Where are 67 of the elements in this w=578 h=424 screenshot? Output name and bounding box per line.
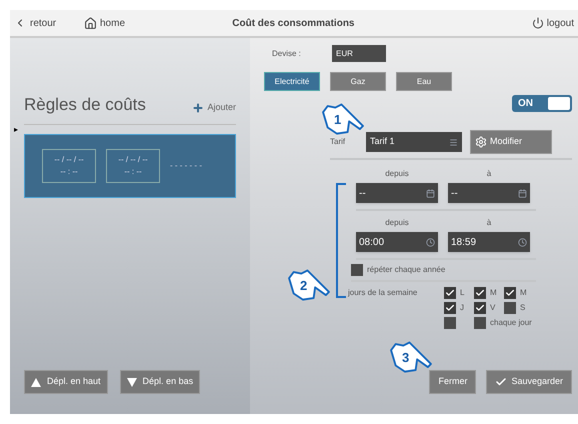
- step-number: 1: [334, 111, 342, 129]
- save-button[interactable]: Sauvegarder: [486, 370, 572, 394]
- check-icon: [495, 376, 508, 388]
- check-icon: [505, 288, 515, 298]
- day-checkbox[interactable]: [444, 302, 456, 314]
- energy-tab[interactable]: Eau: [396, 72, 452, 91]
- menu-icon: [449, 138, 458, 146]
- clock-icon: [426, 238, 435, 246]
- day-label: V: [490, 302, 496, 314]
- from-label: depuis: [384, 217, 410, 229]
- calendar-icon: [426, 188, 435, 198]
- back-button[interactable]: retour: [14, 16, 84, 30]
- weekdays-label: jours de la semaine: [348, 287, 418, 299]
- to-label: à: [486, 217, 492, 229]
- day-label: L: [460, 287, 464, 299]
- move-button[interactable]: Dépl. en bas: [120, 370, 200, 394]
- repeat-label: répéter chaque année: [367, 264, 446, 276]
- day-label: M: [520, 287, 527, 299]
- repeat-checkbox[interactable]: [351, 264, 363, 276]
- energy-tab[interactable]: Gaz: [330, 72, 386, 91]
- clock-icon: [518, 238, 527, 246]
- tariff-select[interactable]: Tarif 1: [366, 132, 462, 152]
- move-button[interactable]: Dépl. en haut: [24, 370, 108, 394]
- day-checkbox[interactable]: [474, 317, 486, 329]
- day-checkbox[interactable]: [504, 302, 516, 314]
- home-button[interactable]: home: [84, 16, 126, 30]
- day-checkbox[interactable]: [474, 302, 486, 314]
- add-button[interactable]: Ajouter: [192, 101, 236, 118]
- calendar-icon: [518, 188, 527, 198]
- currency-label: Devise :: [272, 48, 302, 60]
- gear-icon: [475, 136, 487, 148]
- day-checkbox[interactable]: [504, 287, 516, 299]
- logout-button[interactable]: logout: [532, 16, 574, 30]
- panel-title: Règles de coûts: [24, 94, 146, 116]
- step-number: 2: [300, 277, 308, 295]
- ellipsis-text: - - - - - - -: [170, 160, 202, 172]
- day-label: S: [520, 302, 526, 314]
- page-title: Coût des consommations: [231, 16, 356, 30]
- date-time-tile: -- / -- / -- -- : --: [106, 148, 160, 182]
- start-date-field[interactable]: --: [356, 183, 438, 203]
- triangle-down-icon: [126, 378, 137, 386]
- toggle-knob: [548, 97, 570, 110]
- modify-button[interactable]: Modifier: [470, 130, 552, 154]
- day-checkbox[interactable]: [444, 317, 456, 329]
- power-icon: [532, 17, 544, 29]
- close-button[interactable]: Fermer: [429, 370, 476, 394]
- date-time-tile: -- / -- / -- -- : --: [42, 148, 96, 182]
- to-label: à: [486, 168, 492, 180]
- home-icon: [84, 16, 97, 30]
- cost-rule-card[interactable]: -- / -- / -- -- : -- -- / -- / -- -- : -- - - - - - - -: [24, 134, 236, 198]
- energy-tab[interactable]: Electricité: [264, 72, 320, 91]
- from-label: depuis: [384, 168, 410, 180]
- tariff-label: Tarif: [330, 136, 346, 148]
- day-checkbox[interactable]: [474, 287, 486, 299]
- day-label: J: [460, 302, 464, 314]
- day-checkbox[interactable]: [444, 287, 456, 299]
- day-label: M: [490, 287, 497, 299]
- triangle-up-icon: [31, 378, 41, 386]
- end-date-field[interactable]: --: [448, 183, 530, 203]
- pointer-marker: ▸: [14, 126, 19, 134]
- on-toggle[interactable]: ON: [512, 95, 572, 112]
- plus-icon: [192, 102, 204, 114]
- start-time-field[interactable]: 08:00: [356, 232, 438, 252]
- currency-field[interactable]: EUR: [332, 45, 386, 62]
- end-time-field[interactable]: 18:59: [448, 232, 530, 252]
- day-label: chaque jour: [490, 317, 532, 329]
- step-number: 3: [402, 349, 410, 367]
